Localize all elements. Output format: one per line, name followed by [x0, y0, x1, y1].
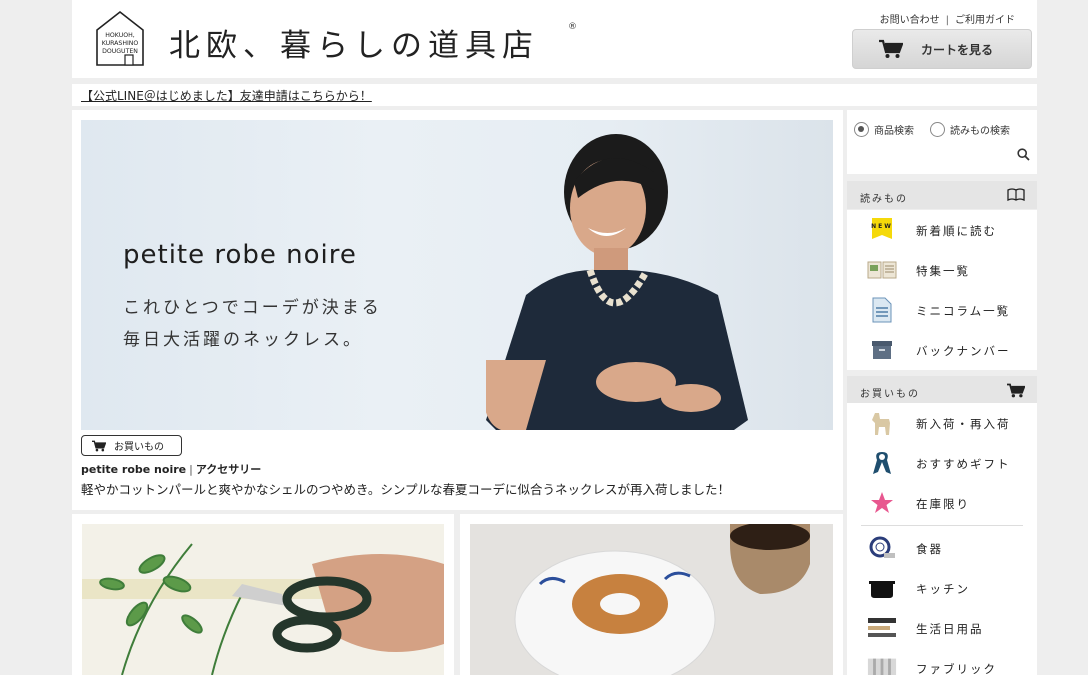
contact-link[interactable]: お問い合わせ	[880, 15, 940, 26]
line-friend-link[interactable]: 【公式LINE＠はじめました】友達申請はこちらから！	[81, 87, 372, 104]
radio-dot-selected	[854, 122, 869, 137]
site-header: HOKUOH, KURASHINO DOUGUTEN 北欧、暮らしの道具店 ® …	[72, 0, 1037, 78]
pot-icon	[867, 575, 897, 601]
view-cart-button[interactable]: カートを見る	[852, 29, 1032, 69]
hero-subtitle-1: これひとつでコーデが決まる	[123, 298, 382, 318]
open-book-icon	[1007, 188, 1025, 201]
brand-separator: |	[189, 463, 193, 476]
brand-name[interactable]: petite robe noire	[81, 463, 186, 476]
menu-item-tableware[interactable]: 食器	[847, 528, 1037, 568]
hero-model-photo	[486, 134, 748, 430]
cart-icon	[92, 440, 106, 451]
shopping-heading-label: お買いもの	[860, 389, 920, 400]
reading-menu: NEW 新着順に読む 特集一覧 ミニコラム一覧 バックナンバー	[847, 210, 1037, 370]
menu-item-features[interactable]: 特集一覧	[847, 250, 1037, 290]
document-icon	[867, 297, 897, 323]
feature-article: petite robe noire これひとつでコーデが決まる 毎日大活躍のネッ…	[72, 110, 843, 510]
sidebar: 商品検索 読みもの検索 読みもの NEW 新着順に読む 特集一覧 ミニコラム一覧…	[847, 110, 1037, 675]
reading-heading-label: 読みもの	[860, 194, 908, 205]
reading-section-heading: 読みもの	[847, 181, 1037, 209]
menu-item-limited-stock[interactable]: 在庫限り	[847, 483, 1037, 523]
cart-icon	[1007, 383, 1025, 398]
feature-description[interactable]: 軽やかコットンパールと爽やかなシェルのつやめき。シンプルな春夏コーデに似合うネッ…	[81, 479, 730, 498]
dala-horse-icon	[867, 410, 897, 436]
radio-dot	[930, 122, 945, 137]
new-badge-icon: NEW	[867, 217, 897, 243]
menu-item-gifts[interactable]: おすすめギフト	[847, 443, 1037, 483]
menu-label: ファブリック	[916, 662, 997, 675]
menu-label: おすすめギフト	[916, 457, 1011, 471]
menu-item-back-numbers[interactable]: バックナンバー	[847, 330, 1037, 370]
menu-item-new-arrivals[interactable]: 新入荷・再入荷	[847, 403, 1037, 443]
menu-label: 新着順に読む	[916, 224, 997, 238]
new-badge-text: NEW	[871, 223, 893, 230]
hero-subtitle-2: 毎日大活躍のネックレス。	[123, 330, 363, 350]
radio-article-search[interactable]: 読みもの検索	[930, 122, 1010, 137]
shopping-tag[interactable]: お買いもの	[81, 435, 182, 456]
menu-item-new-articles[interactable]: NEW 新着順に読む	[847, 210, 1037, 250]
brand-category-line: petite robe noire | アクセサリー	[81, 461, 261, 477]
logo-line-3: DOUGUTEN	[102, 48, 138, 55]
cart-icon	[879, 39, 903, 58]
guide-link[interactable]: ご利用ガイド	[955, 15, 1015, 26]
view-cart-label: カートを見る	[921, 42, 994, 57]
radio-product-label: 商品検索	[874, 126, 914, 137]
tableware-icon	[867, 535, 897, 561]
menu-divider	[861, 525, 1023, 526]
radio-product-search[interactable]: 商品検索	[854, 122, 914, 137]
article-card-scissors[interactable]	[72, 514, 454, 675]
magazine-icon	[867, 257, 897, 283]
daily-goods-icon	[867, 615, 897, 641]
menu-item-daily-goods[interactable]: 生活日用品	[847, 608, 1037, 648]
menu-label: 生活日用品	[916, 622, 984, 636]
menu-label: 在庫限り	[916, 497, 970, 511]
page: HOKUOH, KURASHINO DOUGUTEN 北欧、暮らしの道具店 ® …	[72, 0, 1037, 675]
donut-photo	[470, 524, 833, 675]
search-panel: 商品検索 読みもの検索	[847, 110, 1037, 174]
menu-label: 特集一覧	[916, 264, 970, 278]
utility-links: お問い合わせ | ご利用ガイド	[880, 11, 1015, 26]
article-card-donut[interactable]	[460, 514, 843, 675]
shopping-section-heading: お買いもの	[847, 376, 1037, 404]
menu-label: 新入荷・再入荷	[916, 417, 1011, 431]
ribbon-icon	[867, 450, 897, 476]
radio-article-label: 読みもの検索	[950, 126, 1010, 137]
hero-title: petite robe noire	[123, 240, 357, 270]
logo-line-1: HOKUOH,	[105, 32, 134, 39]
fabric-icon	[867, 655, 897, 675]
star-icon	[867, 490, 897, 516]
logo-house-icon[interactable]: HOKUOH, KURASHINO DOUGUTEN	[95, 10, 145, 67]
registered-mark: ®	[568, 22, 577, 32]
menu-label: 食器	[916, 542, 943, 556]
logo-line-2: KURASHINO	[102, 40, 139, 47]
menu-item-kitchen[interactable]: キッチン	[847, 568, 1037, 608]
archive-box-icon	[867, 337, 897, 363]
hero-banner[interactable]: petite robe noire これひとつでコーデが決まる 毎日大活躍のネッ…	[81, 120, 833, 430]
menu-label: キッチン	[916, 582, 970, 596]
shopping-tag-label: お買いもの	[114, 442, 164, 453]
util-separator: |	[945, 15, 949, 26]
notice-bar: 【公式LINE＠はじめました】友達申請はこちらから！	[72, 84, 1037, 106]
shopping-menu: 新入荷・再入荷 おすすめギフト 在庫限り 食器 キッチン 生活日用品 ファブリッ…	[847, 403, 1037, 675]
scissors-photo	[82, 524, 444, 675]
search-icon[interactable]	[1017, 148, 1030, 161]
search-input[interactable]	[854, 146, 1012, 166]
site-title[interactable]: 北欧、暮らしの道具店	[169, 20, 539, 65]
category-name[interactable]: アクセサリー	[196, 463, 261, 476]
menu-item-fabric[interactable]: ファブリック	[847, 648, 1037, 675]
menu-label: ミニコラム一覧	[916, 304, 1011, 318]
menu-item-mini-columns[interactable]: ミニコラム一覧	[847, 290, 1037, 330]
menu-label: バックナンバー	[916, 344, 1011, 358]
